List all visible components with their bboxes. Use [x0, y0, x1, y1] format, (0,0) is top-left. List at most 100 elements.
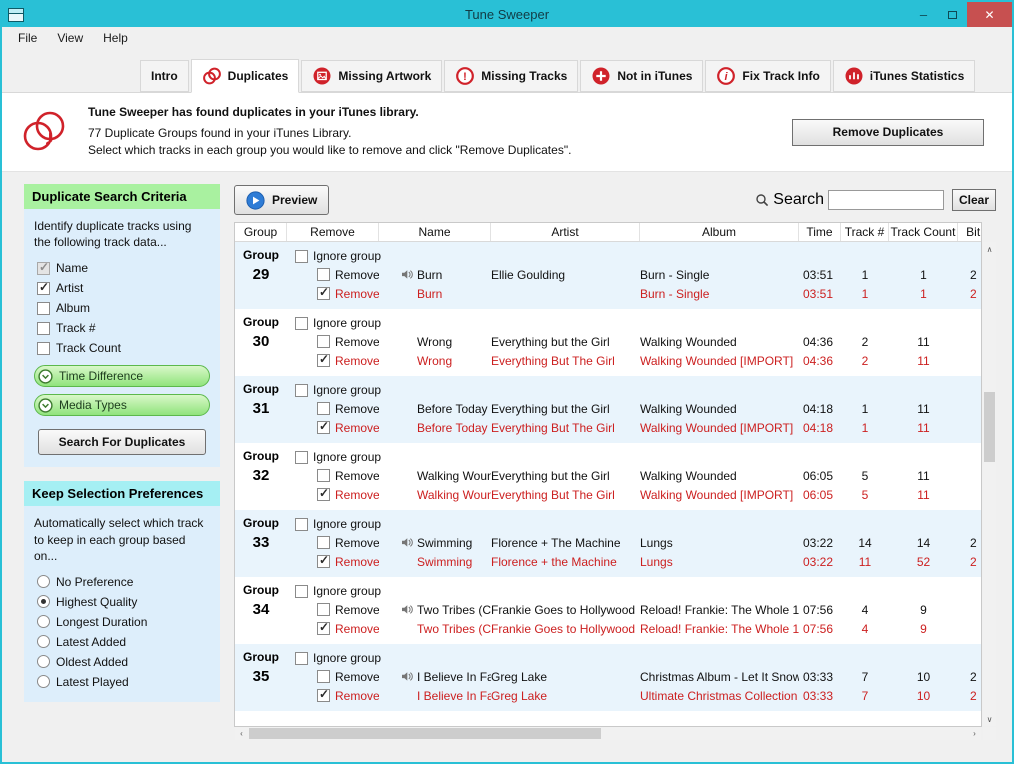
menu-file[interactable]: File: [8, 28, 47, 48]
criteria-name[interactable]: Name: [24, 258, 220, 278]
remove-toggle[interactable]: Remove: [287, 536, 379, 550]
remove-toggle[interactable]: Remove: [287, 469, 379, 483]
remove-toggle[interactable]: Remove: [287, 287, 379, 301]
checkbox[interactable]: [317, 555, 330, 568]
checkbox[interactable]: [295, 250, 308, 263]
checkbox[interactable]: [317, 421, 330, 434]
tab-itunes-statistics[interactable]: iTunes Statistics: [833, 60, 975, 92]
remove-toggle[interactable]: Remove: [287, 402, 379, 416]
vertical-scroll-thumb[interactable]: [984, 392, 995, 462]
checkbox[interactable]: [317, 603, 330, 616]
criteria-track-count[interactable]: Track Count: [24, 338, 220, 358]
column-header-bit-rate[interactable]: Bit Rate: [958, 223, 981, 241]
tab-duplicates[interactable]: Duplicates: [191, 59, 300, 93]
menu-help[interactable]: Help: [93, 28, 138, 48]
column-header-group[interactable]: Group: [235, 223, 287, 241]
ignore-group-toggle[interactable]: Ignore group: [287, 314, 981, 332]
checkbox[interactable]: [295, 518, 308, 531]
remove-duplicates-button[interactable]: Remove Duplicates: [792, 119, 984, 146]
column-header-artist[interactable]: Artist: [491, 223, 640, 241]
tab-intro[interactable]: Intro: [140, 60, 189, 92]
search-input[interactable]: [828, 190, 944, 210]
checkbox[interactable]: [317, 287, 330, 300]
column-header-album[interactable]: Album: [640, 223, 799, 241]
column-header-time[interactable]: Time: [799, 223, 841, 241]
column-header-name[interactable]: Name: [379, 223, 491, 241]
checkbox[interactable]: [317, 536, 330, 549]
remove-toggle[interactable]: Remove: [287, 603, 379, 617]
keep-option-longest-duration[interactable]: Longest Duration: [24, 612, 220, 632]
radio-button[interactable]: [37, 615, 50, 628]
remove-toggle[interactable]: Remove: [287, 268, 379, 282]
remove-toggle[interactable]: Remove: [287, 622, 379, 636]
radio-button[interactable]: [37, 635, 50, 648]
ignore-group-toggle[interactable]: Ignore group: [287, 649, 981, 667]
criteria-track-#[interactable]: Track #: [24, 318, 220, 338]
maximize-button[interactable]: [938, 2, 967, 27]
keep-option-latest-added[interactable]: Latest Added: [24, 632, 220, 652]
criteria-artist[interactable]: Artist: [24, 278, 220, 298]
checkbox[interactable]: [317, 335, 330, 348]
radio-button[interactable]: [37, 655, 50, 668]
checkbox[interactable]: [37, 282, 50, 295]
remove-toggle[interactable]: Remove: [287, 689, 379, 703]
remove-toggle[interactable]: Remove: [287, 421, 379, 435]
tab-missing-tracks[interactable]: !Missing Tracks: [444, 60, 578, 92]
remove-toggle[interactable]: Remove: [287, 335, 379, 349]
ignore-group-toggle[interactable]: Ignore group: [287, 448, 981, 466]
ignore-group-toggle[interactable]: Ignore group: [287, 582, 981, 600]
checkbox[interactable]: [317, 354, 330, 367]
tab-not-in-itunes[interactable]: Not in iTunes: [580, 60, 703, 92]
ignore-group-toggle[interactable]: Ignore group: [287, 247, 981, 265]
checkbox[interactable]: [295, 451, 308, 464]
remove-toggle[interactable]: Remove: [287, 354, 379, 368]
column-header-remove[interactable]: Remove: [287, 223, 379, 241]
clear-button[interactable]: Clear: [952, 189, 996, 211]
horizontal-scroll-thumb[interactable]: [249, 728, 601, 739]
tab-missing-artwork[interactable]: Missing Artwork: [301, 60, 442, 92]
scroll-left-arrow-icon[interactable]: ‹: [235, 727, 248, 740]
checkbox[interactable]: [317, 488, 330, 501]
checkbox[interactable]: [317, 689, 330, 702]
scroll-down-arrow-icon[interactable]: ∨: [983, 712, 996, 726]
checkbox[interactable]: [295, 384, 308, 397]
radio-button[interactable]: [37, 675, 50, 688]
checkbox[interactable]: [295, 652, 308, 665]
horizontal-scrollbar[interactable]: ‹ ›: [235, 727, 981, 740]
remove-toggle[interactable]: Remove: [287, 670, 379, 684]
checkbox[interactable]: [295, 317, 308, 330]
checkbox[interactable]: [317, 670, 330, 683]
checkbox[interactable]: [317, 469, 330, 482]
checkbox[interactable]: [295, 585, 308, 598]
menu-view[interactable]: View: [47, 28, 93, 48]
close-button[interactable]: ✕: [967, 2, 1012, 27]
remove-toggle[interactable]: Remove: [287, 488, 379, 502]
checkbox[interactable]: [37, 302, 50, 315]
scroll-right-arrow-icon[interactable]: ›: [968, 727, 981, 740]
checkbox[interactable]: [37, 262, 50, 275]
minimize-button[interactable]: –: [909, 2, 938, 27]
ignore-group-toggle[interactable]: Ignore group: [287, 381, 981, 399]
checkbox[interactable]: [317, 622, 330, 635]
scroll-up-arrow-icon[interactable]: ∧: [983, 242, 996, 256]
tab-fix-track-info[interactable]: iFix Track Info: [705, 60, 830, 92]
preview-button[interactable]: Preview: [234, 185, 329, 215]
checkbox[interactable]: [37, 322, 50, 335]
ignore-group-toggle[interactable]: Ignore group: [287, 515, 981, 533]
checkbox[interactable]: [37, 342, 50, 355]
checkbox[interactable]: [317, 402, 330, 415]
keep-option-latest-played[interactable]: Latest Played: [24, 672, 220, 692]
keep-option-oldest-added[interactable]: Oldest Added: [24, 652, 220, 672]
keep-option-no-preference[interactable]: No Preference: [24, 572, 220, 592]
keep-option-highest-quality[interactable]: Highest Quality: [24, 592, 220, 612]
checkbox[interactable]: [317, 268, 330, 281]
remove-toggle[interactable]: Remove: [287, 555, 379, 569]
expander-time-difference[interactable]: Time Difference: [34, 365, 210, 387]
radio-button[interactable]: [37, 595, 50, 608]
search-for-duplicates-button[interactable]: Search For Duplicates: [38, 429, 206, 455]
criteria-album[interactable]: Album: [24, 298, 220, 318]
expander-media-types[interactable]: Media Types: [34, 394, 210, 416]
column-header-track-count[interactable]: Track Count: [889, 223, 958, 241]
radio-button[interactable]: [37, 575, 50, 588]
column-header-track-#[interactable]: Track #: [841, 223, 889, 241]
